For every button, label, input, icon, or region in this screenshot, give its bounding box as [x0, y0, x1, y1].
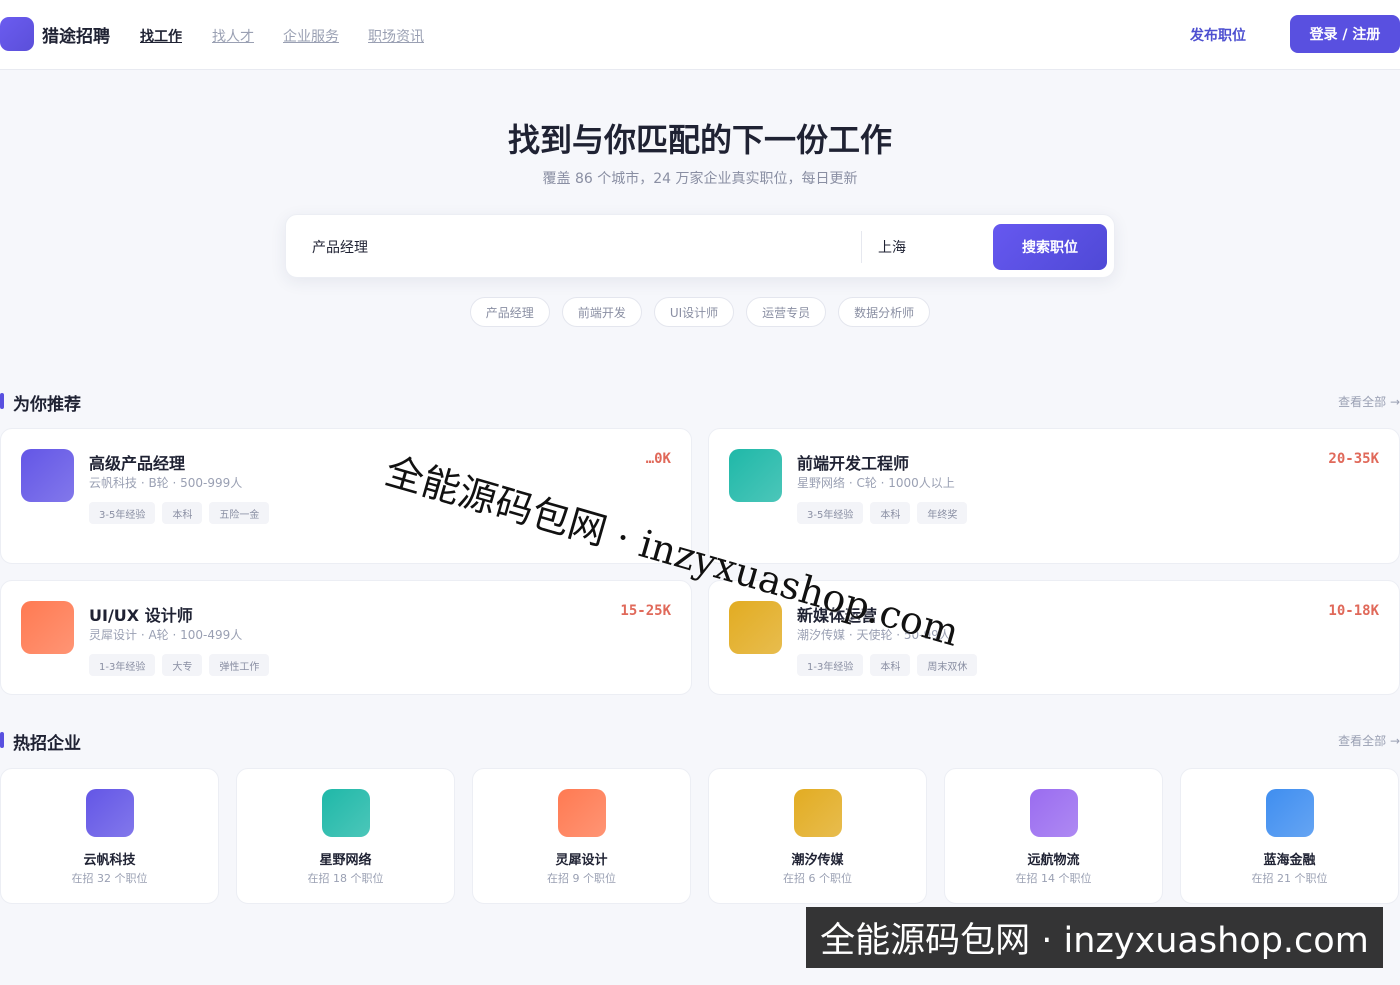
hot-search-tags: 产品经理 前端开发 UI设计师 运营专员 数据分析师 [0, 297, 1400, 327]
job-card[interactable]: 前端开发工程师 星野网络 · C轮 · 1000人以上 20-35K 3-5年经… [708, 428, 1400, 564]
hot-tag[interactable]: UI设计师 [653, 297, 735, 327]
company-job-count: 在招 18 个职位 [307, 872, 384, 885]
hero-title: 找到与你匹配的下一份工作 [507, 121, 892, 159]
company-card[interactable]: 远航物流 在招 14 个职位 [944, 768, 1163, 904]
job-salary: 20-35K [1328, 451, 1379, 467]
hero-subtitle: 覆盖 86 个城市，24 万家企业真实职位，每日更新 [542, 171, 858, 187]
job-salary: 15-25K [620, 603, 671, 619]
company-logo-icon [729, 601, 782, 654]
job-tag: 本科 [870, 654, 911, 676]
job-tags: 1-3年经验 本科 周末双休 [797, 654, 978, 676]
job-tag: 年终奖 [917, 502, 968, 524]
brand-name[interactable]: 猎途招聘 [42, 22, 110, 47]
job-tags: 3-5年经验 本科 五险一金 [89, 502, 270, 524]
company-card[interactable]: 云帆科技 在招 32 个职位 [0, 768, 219, 904]
company-job-count: 在招 6 个职位 [783, 872, 852, 885]
nav-career-news[interactable]: 职场资讯 [368, 26, 424, 46]
job-tag: 弹性工作 [209, 654, 270, 676]
post-job-link[interactable]: 发布职位 [1190, 25, 1246, 45]
job-salary: …0K [645, 451, 671, 467]
job-salary: 10-18K [1328, 603, 1379, 619]
company-logo-icon [794, 789, 842, 837]
company-card[interactable]: 星野网络 在招 18 个职位 [236, 768, 455, 904]
job-tag: 1-3年经验 [89, 654, 156, 676]
job-company-info: 星野网络 · C轮 · 1000人以上 [797, 476, 955, 490]
companies-section-title: 热招企业 [0, 729, 81, 754]
job-tag: 3-5年经验 [89, 502, 156, 524]
job-tag: 1-3年经验 [797, 654, 864, 676]
company-logo-icon [21, 449, 74, 502]
hot-tag[interactable]: 前端开发 [561, 297, 642, 327]
company-card[interactable]: 蓝海金融 在招 21 个职位 [1180, 768, 1399, 904]
company-job-count: 在招 9 个职位 [547, 872, 616, 885]
job-company-info: 云帆科技 · B轮 · 500-999人 [89, 476, 243, 490]
job-company-info: 灵犀设计 · A轮 · 100-499人 [89, 628, 243, 642]
job-tag: 周末双休 [917, 654, 978, 676]
company-name: 远航物流 [1027, 853, 1080, 868]
company-logo-icon [21, 601, 74, 654]
nav-find-talent[interactable]: 找人才 [212, 26, 254, 46]
company-name: 星野网络 [319, 853, 372, 868]
hot-tag[interactable]: 运营专员 [746, 297, 827, 327]
job-title: 前端开发工程师 [797, 454, 910, 473]
hot-tag[interactable]: 数据分析师 [838, 297, 931, 327]
search-jobs-button[interactable]: 搜索职位 [993, 224, 1107, 270]
company-logo-icon [1266, 789, 1314, 837]
brand-logo-icon[interactable] [0, 17, 34, 51]
job-title: UI/UX 设计师 [89, 606, 193, 625]
nav-enterprise-services[interactable]: 企业服务 [283, 26, 339, 46]
keyword-search-input[interactable] [312, 236, 852, 258]
job-card[interactable]: UI/UX 设计师 灵犀设计 · A轮 · 100-499人 15-25K 1-… [0, 580, 692, 695]
search-divider [861, 231, 862, 263]
city-input[interactable] [878, 236, 978, 258]
company-logo-icon [86, 789, 134, 837]
top-navbar: 猎途招聘 找工作 找人才 企业服务 职场资讯 发布职位 登录 / 注册 [0, 0, 1400, 70]
job-title: 高级产品经理 [89, 454, 186, 473]
company-card[interactable]: 灵犀设计 在招 9 个职位 [472, 768, 691, 904]
company-name: 蓝海金融 [1263, 853, 1316, 868]
company-job-count: 在招 21 个职位 [1251, 872, 1328, 885]
company-name: 云帆科技 [83, 853, 136, 868]
companies-view-all-link[interactable]: 查看全部 → [1338, 732, 1400, 749]
job-tags: 1-3年经验 大专 弹性工作 [89, 654, 270, 676]
company-card[interactable]: 潮汐传媒 在招 6 个职位 [708, 768, 927, 904]
company-logo-icon [1030, 789, 1078, 837]
job-tags: 3-5年经验 本科 年终奖 [797, 502, 968, 524]
login-register-button[interactable]: 登录 / 注册 [1290, 15, 1400, 53]
job-tag: 大专 [162, 654, 203, 676]
company-name: 灵犀设计 [555, 853, 608, 868]
company-name: 潮汐传媒 [791, 853, 844, 868]
job-search-bar: 搜索职位 [285, 214, 1115, 278]
company-logo-icon [322, 789, 370, 837]
job-tag: 本科 [162, 502, 203, 524]
company-logo-icon [729, 449, 782, 502]
recommend-view-all-link[interactable]: 查看全部 → [1338, 393, 1400, 410]
company-job-count: 在招 14 个职位 [1015, 872, 1092, 885]
job-tag: 3-5年经验 [797, 502, 864, 524]
company-logo-icon [558, 789, 606, 837]
company-job-count: 在招 32 个职位 [71, 872, 148, 885]
hot-tag[interactable]: 产品经理 [469, 297, 550, 327]
job-tag: 五险一金 [209, 502, 270, 524]
job-tag: 本科 [870, 502, 911, 524]
recommend-section-title: 为你推荐 [0, 390, 81, 415]
nav-find-job[interactable]: 找工作 [140, 26, 182, 46]
watermark-banner: 全能源码包网 · inzyxuashop.com [806, 907, 1383, 968]
